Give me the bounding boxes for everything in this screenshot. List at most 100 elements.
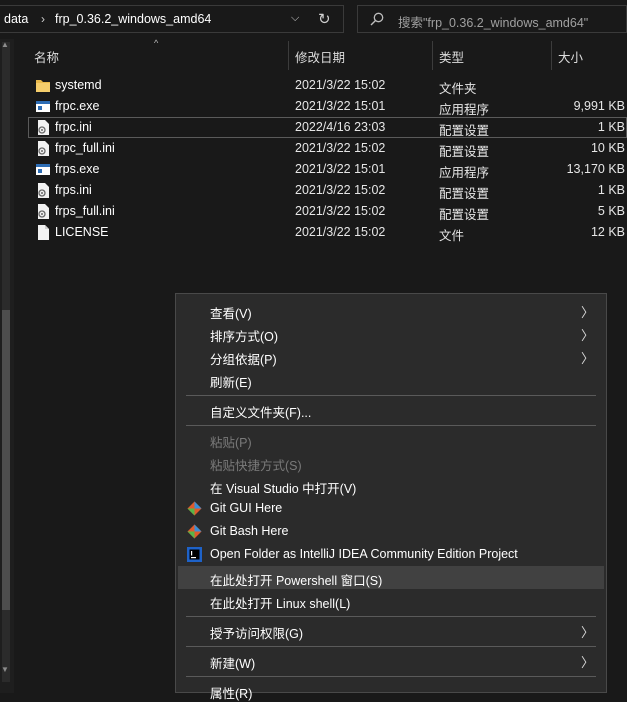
folder-icon [36,80,50,92]
scroll-up-icon[interactable]: ▲ [1,40,9,49]
menu-item-open-in-visual-studio[interactable]: 在 Visual Studio 中打开(V) [178,474,604,497]
menu-item-view[interactable]: 查看(V) 〉 [178,299,604,322]
file-row-frpc-ini[interactable]: frpc.ini 2022/4/16 23:03 配置设置 1 KB [28,117,627,138]
chevron-right-icon: 〉 [580,305,594,320]
menu-separator [186,676,596,677]
menu-separator [186,646,596,647]
file-name: systemd [55,78,102,92]
menu-item-label: 授予访问权限(G) [210,627,304,641]
ini-file-icon [38,141,49,156]
chevron-right-icon: 〉 [580,328,594,343]
file-type: 文件夹 [439,82,477,96]
exe-icon [36,101,50,112]
chevron-right-icon: 〉 [580,625,594,640]
file-type: 配置设置 [439,208,490,222]
file-date: 2021/3/22 15:02 [295,204,386,218]
file-type: 应用程序 [439,103,490,117]
file-type: 配置设置 [439,187,490,201]
file-size: 10 KB [590,141,625,155]
menu-item-label: 查看(V) [210,307,252,321]
column-type[interactable]: 类型 [439,47,464,66]
menu-item-paste: 粘贴(P) [178,428,604,451]
menu-separator [186,425,596,426]
file-type: 文件 [439,229,465,243]
file-date: 2021/3/22 15:02 [295,141,386,155]
column-date[interactable]: 修改日期 [295,47,345,66]
menu-item-properties[interactable]: 属性(R) [178,679,604,702]
file-row-frpc-exe[interactable]: frpc.exe 2021/3/22 15:01 应用程序 9,991 KB [28,96,627,117]
sort-ascending-icon: ^ [154,38,159,48]
breadcrumb-data[interactable]: data [4,12,28,26]
file-size: 13,170 KB [566,162,625,176]
column-divider[interactable] [432,41,433,70]
file-row-license[interactable]: LICENSE 2021/3/22 15:02 文件 12 KB [28,222,627,243]
ini-file-icon [38,120,49,135]
menu-separator [186,616,596,617]
menu-item-refresh[interactable]: 刷新(E) [178,368,604,391]
menu-item-group-by[interactable]: 分组依据(P) 〉 [178,345,604,368]
search-icon [370,12,384,26]
menu-item-label: 刷新(E) [210,376,252,390]
file-date: 2022/4/16 23:03 [295,120,386,134]
file-date: 2021/3/22 15:02 [295,225,386,239]
menu-separator [186,395,596,396]
file-type: 配置设置 [439,145,490,159]
menu-item-label: 新建(W) [210,657,256,671]
navigation-scrollbar-thumb[interactable] [2,310,10,610]
file-name: frpc.exe [55,99,100,113]
menu-item-label: 自定义文件夹(F)... [210,406,312,420]
breadcrumb-current-folder[interactable]: frp_0.36.2_windows_amd64 [55,12,211,26]
menu-item-label: Open Folder as IntelliJ IDEA Community E… [210,547,518,561]
file-row-frpc-full-ini[interactable]: frpc_full.ini 2021/3/22 15:02 配置设置 10 KB [28,138,627,159]
menu-item-give-access[interactable]: 授予访问权限(G) 〉 [178,619,604,642]
refresh-icon[interactable]: ↻ [318,10,331,28]
menu-item-git-gui[interactable]: Git GUI Here [178,497,604,520]
menu-item-git-bash[interactable]: Git Bash Here [178,520,604,543]
menu-item-label: 排序方式(O) [210,330,279,344]
file-row-frps-full-ini[interactable]: frps_full.ini 2021/3/22 15:02 配置设置 5 KB [28,201,627,222]
menu-item-open-powershell[interactable]: 在此处打开 Powershell 窗口(S) [178,566,604,589]
chevron-right-icon: 〉 [580,351,594,366]
file-size: 9,991 KB [573,99,625,113]
menu-item-label: 在此处打开 Powershell 窗口(S) [210,574,383,588]
file-row-frps-exe[interactable]: frps.exe 2021/3/22 15:01 应用程序 13,170 KB [28,159,627,180]
exe-icon [36,164,50,175]
file-row-systemd[interactable]: systemd 2021/3/22 15:02 文件夹 [28,75,627,96]
chevron-right-icon: 〉 [580,655,594,670]
file-row-frps-ini[interactable]: frps.ini 2021/3/22 15:02 配置设置 1 KB [28,180,627,201]
menu-item-label: Git Bash Here [210,524,289,538]
search-input[interactable]: 搜索"frp_0.36.2_windows_amd64" [398,12,588,31]
search-box[interactable]: 搜索"frp_0.36.2_windows_amd64" [357,5,627,33]
file-date: 2021/3/22 15:01 [295,99,386,113]
menu-item-new[interactable]: 新建(W) 〉 [178,649,604,672]
menu-item-label: 在 Visual Studio 中打开(V) [210,482,357,496]
column-size[interactable]: 大小 [558,47,583,66]
intellij-icon [187,547,202,562]
file-size: 5 KB [597,204,625,218]
ini-file-icon [38,183,49,198]
column-header: 名称 修改日期 类型 大小 [14,41,627,70]
context-menu: 查看(V) 〉 排序方式(O) 〉 分组依据(P) 〉 刷新(E) 自定义文件夹… [175,293,607,701]
file-icon [38,225,49,240]
column-name[interactable]: 名称 [34,47,59,66]
file-size: 1 KB [597,183,625,197]
file-name: frpc_full.ini [55,141,115,155]
menu-item-customize-folder[interactable]: 自定义文件夹(F)... [178,398,604,421]
address-bar[interactable]: data › frp_0.36.2_windows_amd64 ⌵ ↻ [0,5,344,33]
menu-item-sort-by[interactable]: 排序方式(O) 〉 [178,322,604,345]
scroll-down-icon[interactable]: ▼ [1,665,9,674]
menu-item-open-intellij[interactable]: Open Folder as IntelliJ IDEA Community E… [178,543,604,566]
menu-item-open-linux-shell[interactable]: 在此处打开 Linux shell(L) [178,589,604,612]
address-dropdown-icon[interactable]: ⌵ [291,12,299,25]
file-name: frps_full.ini [55,204,115,218]
breadcrumb-separator-icon: › [41,12,45,26]
column-divider[interactable] [551,41,552,70]
file-name: frps.ini [55,183,92,197]
menu-item-label: Git GUI Here [210,501,283,515]
menu-item-label: 粘贴(P) [210,436,252,450]
menu-item-paste-shortcut: 粘贴快捷方式(S) [178,451,604,474]
file-date: 2021/3/22 15:01 [295,162,386,176]
file-name: frps.exe [55,162,100,176]
menu-item-label: 分组依据(P) [210,353,277,367]
column-divider[interactable] [288,41,289,70]
